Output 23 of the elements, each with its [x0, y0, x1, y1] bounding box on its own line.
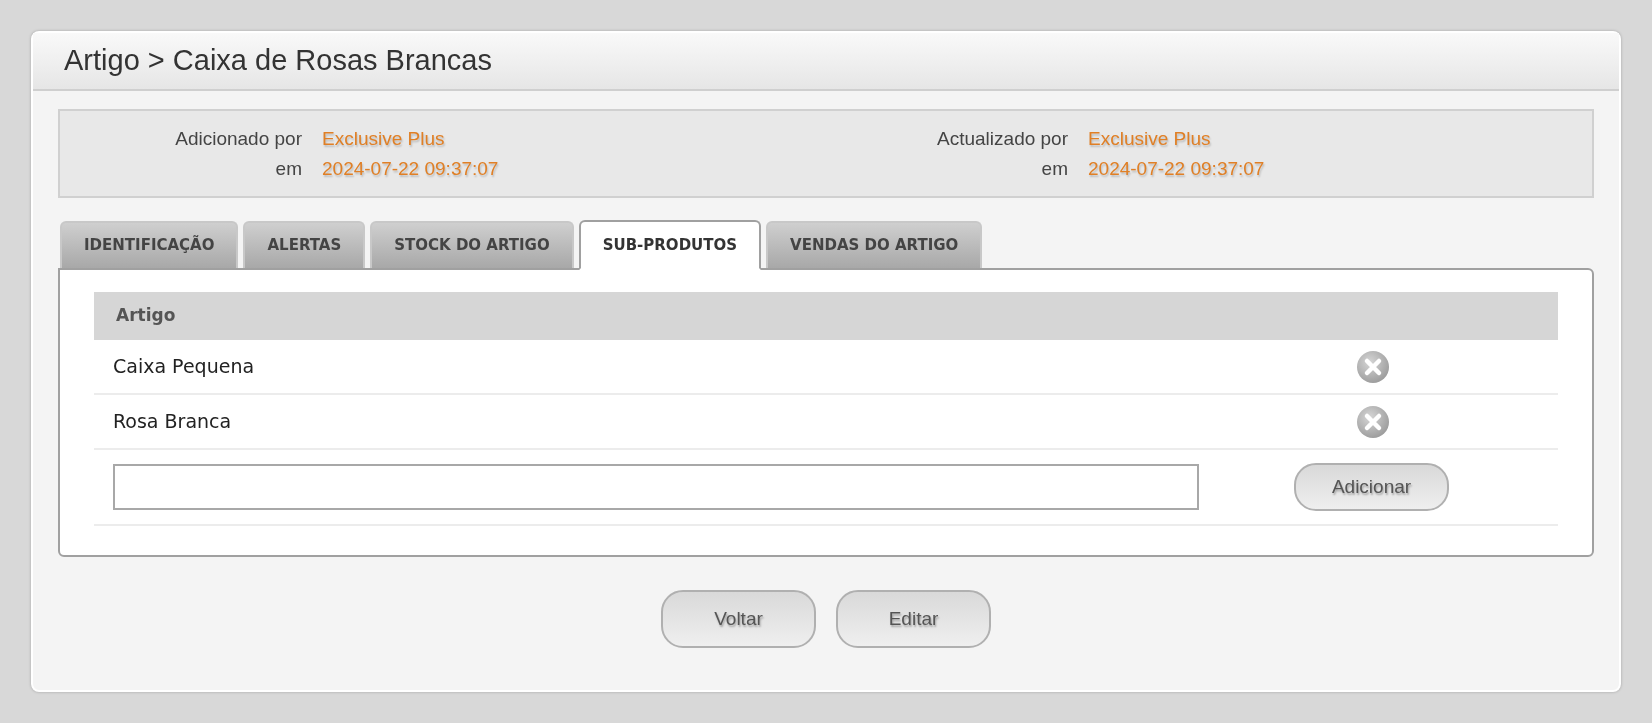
tab[interactable]: IDENTIFICAÇÃO [60, 221, 239, 268]
audit-user: Exclusive Plus [1088, 126, 1212, 151]
remove-icon[interactable] [1356, 349, 1390, 384]
table-cell-text: Caixa Pequena [112, 354, 256, 380]
tab[interactable]: SUB-PRODUTOS [578, 220, 762, 270]
tab[interactable]: STOCK DO ARTIGO [370, 221, 574, 268]
audit-user: Exclusive Plus [322, 126, 446, 151]
tab[interactable]: ALERTAS [243, 221, 366, 268]
audit-label: em [274, 156, 302, 181]
article-input-field[interactable] [113, 464, 1199, 510]
remove-icon[interactable] [1356, 404, 1390, 439]
audit-label: em [1040, 156, 1068, 181]
column-header: Artigo [116, 304, 176, 328]
audit-date: 2024-07-22 09:37:07 [1088, 156, 1266, 181]
add-button[interactable]: Adicionar [1294, 463, 1449, 511]
action-button[interactable]: Editar [836, 590, 991, 648]
action-button[interactable]: Voltar [661, 590, 816, 648]
audit-label: Actualizado por [936, 126, 1068, 151]
audit-date: 2024-07-22 09:37:07 [322, 156, 500, 181]
audit-label: Adicionado por [174, 126, 302, 151]
page-title: Artigo > Caixa de Rosas Brancas [64, 43, 492, 79]
tab[interactable]: VENDAS DO ARTIGO [766, 221, 983, 268]
table-cell-text: Rosa Branca [112, 409, 233, 435]
